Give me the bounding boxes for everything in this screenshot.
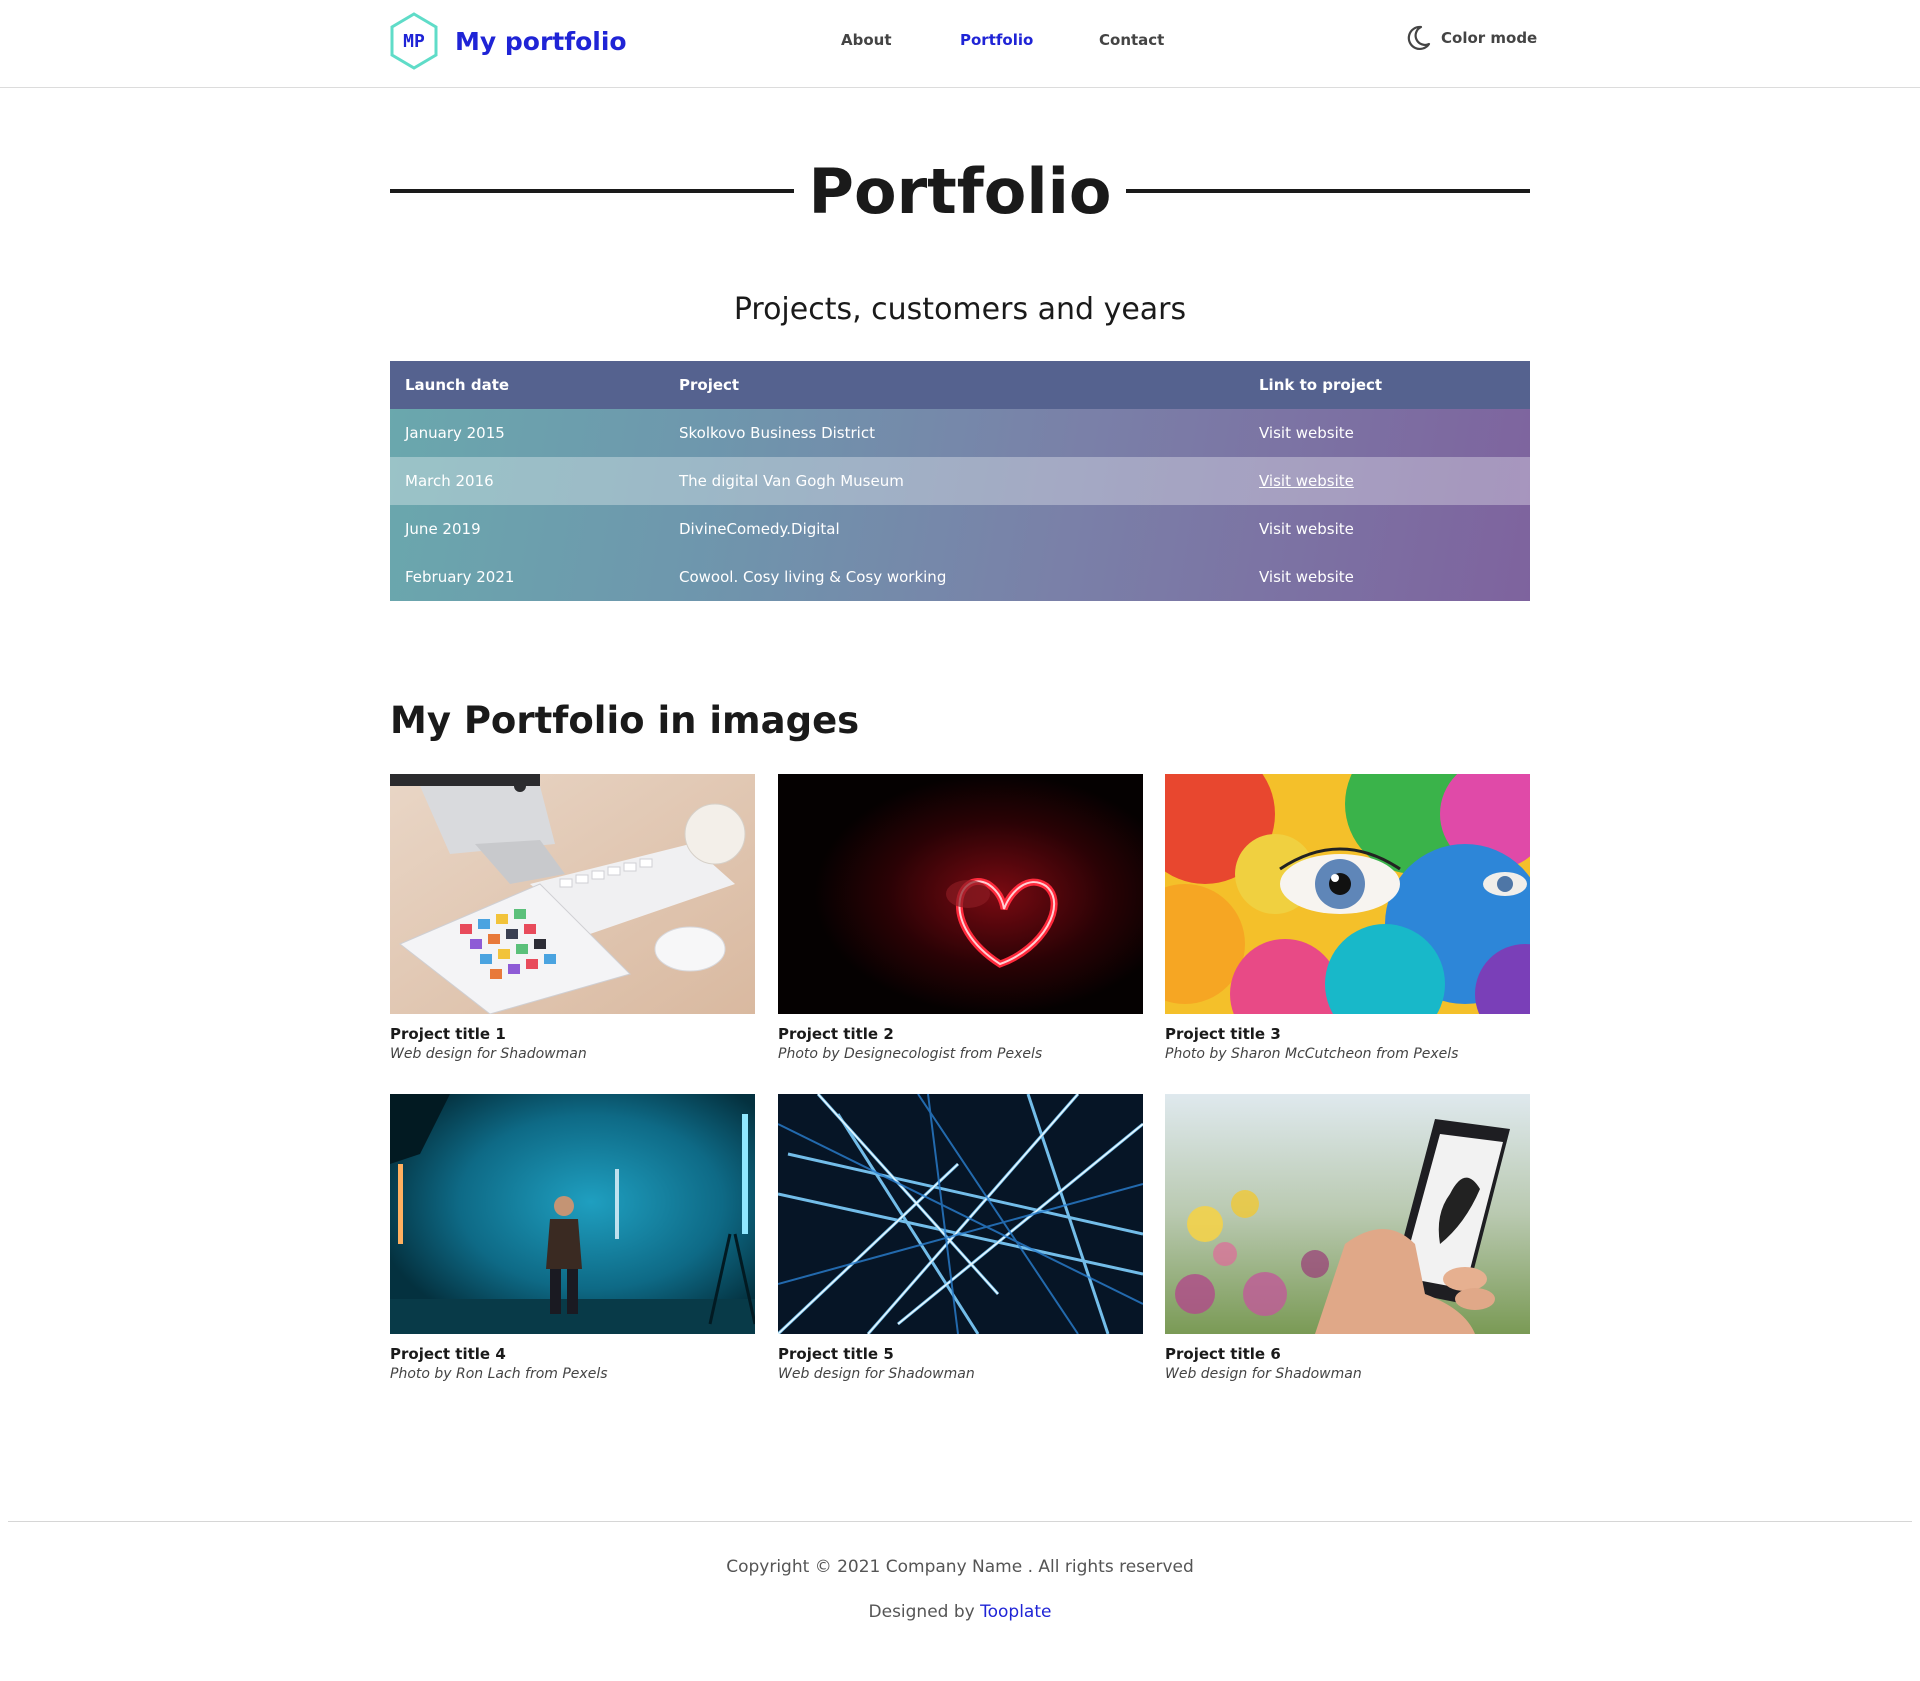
project-credit: Web design for Shadowman [1165, 1366, 1362, 1382]
table-row: February 2021 Cowool. Cosy living & Cosy… [390, 553, 1530, 601]
hexagon-logo-icon: MP [390, 12, 438, 70]
table-heading: Projects, customers and years [733, 292, 1187, 327]
portfolio-card: Project title 4 Photo by Ron Lach from P… [390, 1094, 755, 1384]
launch-date: June 2019 [405, 520, 481, 538]
project-title: Project title 5 [778, 1345, 894, 1363]
logo-letters: MP [403, 31, 425, 52]
tooplate-link[interactable]: Tooplate [980, 1602, 1051, 1622]
project-credit: Web design for Shadowman [778, 1366, 975, 1382]
nav-contact[interactable]: Contact [1099, 31, 1164, 49]
project-image-hand-phone[interactable] [1165, 1094, 1530, 1334]
designed-by: Designed by Tooplate [0, 1600, 1920, 1624]
project-credit: Web design for Shadowman [390, 1046, 587, 1062]
project-title: Project title 3 [1165, 1025, 1281, 1043]
portfolio-card: Project title 6 Web design for Shadowman [1165, 1094, 1530, 1384]
page-title: Portfolio [808, 155, 1112, 228]
project-image-studio-man[interactable] [390, 1094, 755, 1334]
column-header-link: Link to project [1259, 376, 1383, 394]
color-mode-toggle[interactable]: Color mode [1404, 24, 1537, 52]
color-mode-label: Color mode [1441, 29, 1538, 47]
title-rule-left [390, 189, 794, 193]
launch-date: January 2015 [405, 424, 505, 442]
project-name: Cowool. Cosy living & Cosy working [679, 568, 947, 586]
portfolio-card: Project title 5 Web design for Shadowman [778, 1094, 1143, 1384]
project-name: The digital Van Gogh Museum [679, 472, 904, 490]
project-credit: Photo by Designecologist from Pexels [778, 1046, 1043, 1062]
moon-icon [1407, 25, 1431, 51]
portfolio-card: Project title 1 Web design for Shadowman [390, 774, 755, 1064]
project-title: Project title 1 [390, 1025, 506, 1043]
title-rule-right [1126, 189, 1530, 193]
copyright-text: Copyright © 2021 Company Name . All righ… [726, 1557, 1194, 1577]
portfolio-card: Project title 2 Photo by Designecologist… [778, 774, 1143, 1064]
projects-table: Launch date Project Link to project Janu… [390, 361, 1530, 601]
project-title: Project title 2 [778, 1025, 894, 1043]
nav-portfolio[interactable]: Portfolio [960, 31, 1033, 49]
portfolio-card: Project title 3 Photo by Sharon McCutche… [1165, 774, 1530, 1064]
launch-date: March 2016 [405, 472, 494, 490]
column-header-project: Project [679, 376, 740, 394]
table-row: March 2016 The digital Van Gogh Museum V… [390, 457, 1530, 505]
gallery-title: My Portfolio in images [390, 699, 860, 742]
project-title: Project title 6 [1165, 1345, 1281, 1363]
table-header-row: Launch date Project Link to project [390, 361, 1530, 409]
column-header-launch-date: Launch date [405, 376, 510, 394]
designed-by-prefix: Designed by [868, 1602, 981, 1622]
visit-website-link[interactable]: Visit website [1259, 520, 1354, 538]
project-name: DivineComedy.Digital [679, 520, 840, 538]
launch-date: February 2021 [405, 568, 515, 586]
brand-name[interactable]: My portfolio [455, 27, 627, 56]
project-credit: Photo by Ron Lach from Pexels [390, 1366, 608, 1382]
project-image-neon-heart[interactable] [778, 774, 1143, 1014]
project-credit: Photo by Sharon McCutcheon from Pexels [1165, 1046, 1459, 1062]
project-image-light-streaks[interactable] [778, 1094, 1143, 1334]
brand[interactable]: MP My portfolio [389, 12, 627, 70]
table-row: January 2015 Skolkovo Business District … [390, 409, 1530, 457]
project-image-desk-tablet[interactable] [390, 774, 755, 1014]
visit-website-link[interactable]: Visit website [1259, 472, 1354, 490]
visit-website-link[interactable]: Visit website [1259, 424, 1354, 442]
project-title: Project title 4 [390, 1345, 506, 1363]
visit-website-link[interactable]: Visit website [1259, 568, 1354, 586]
site-header: MP My portfolio About Portfolio Contact … [0, 0, 1920, 88]
footer-divider [8, 1521, 1912, 1522]
table-row: June 2019 DivineComedy.Digital Visit web… [390, 505, 1530, 553]
project-image-painted-eye[interactable] [1165, 774, 1530, 1014]
nav-about[interactable]: About [841, 31, 892, 49]
project-name: Skolkovo Business District [679, 424, 875, 442]
